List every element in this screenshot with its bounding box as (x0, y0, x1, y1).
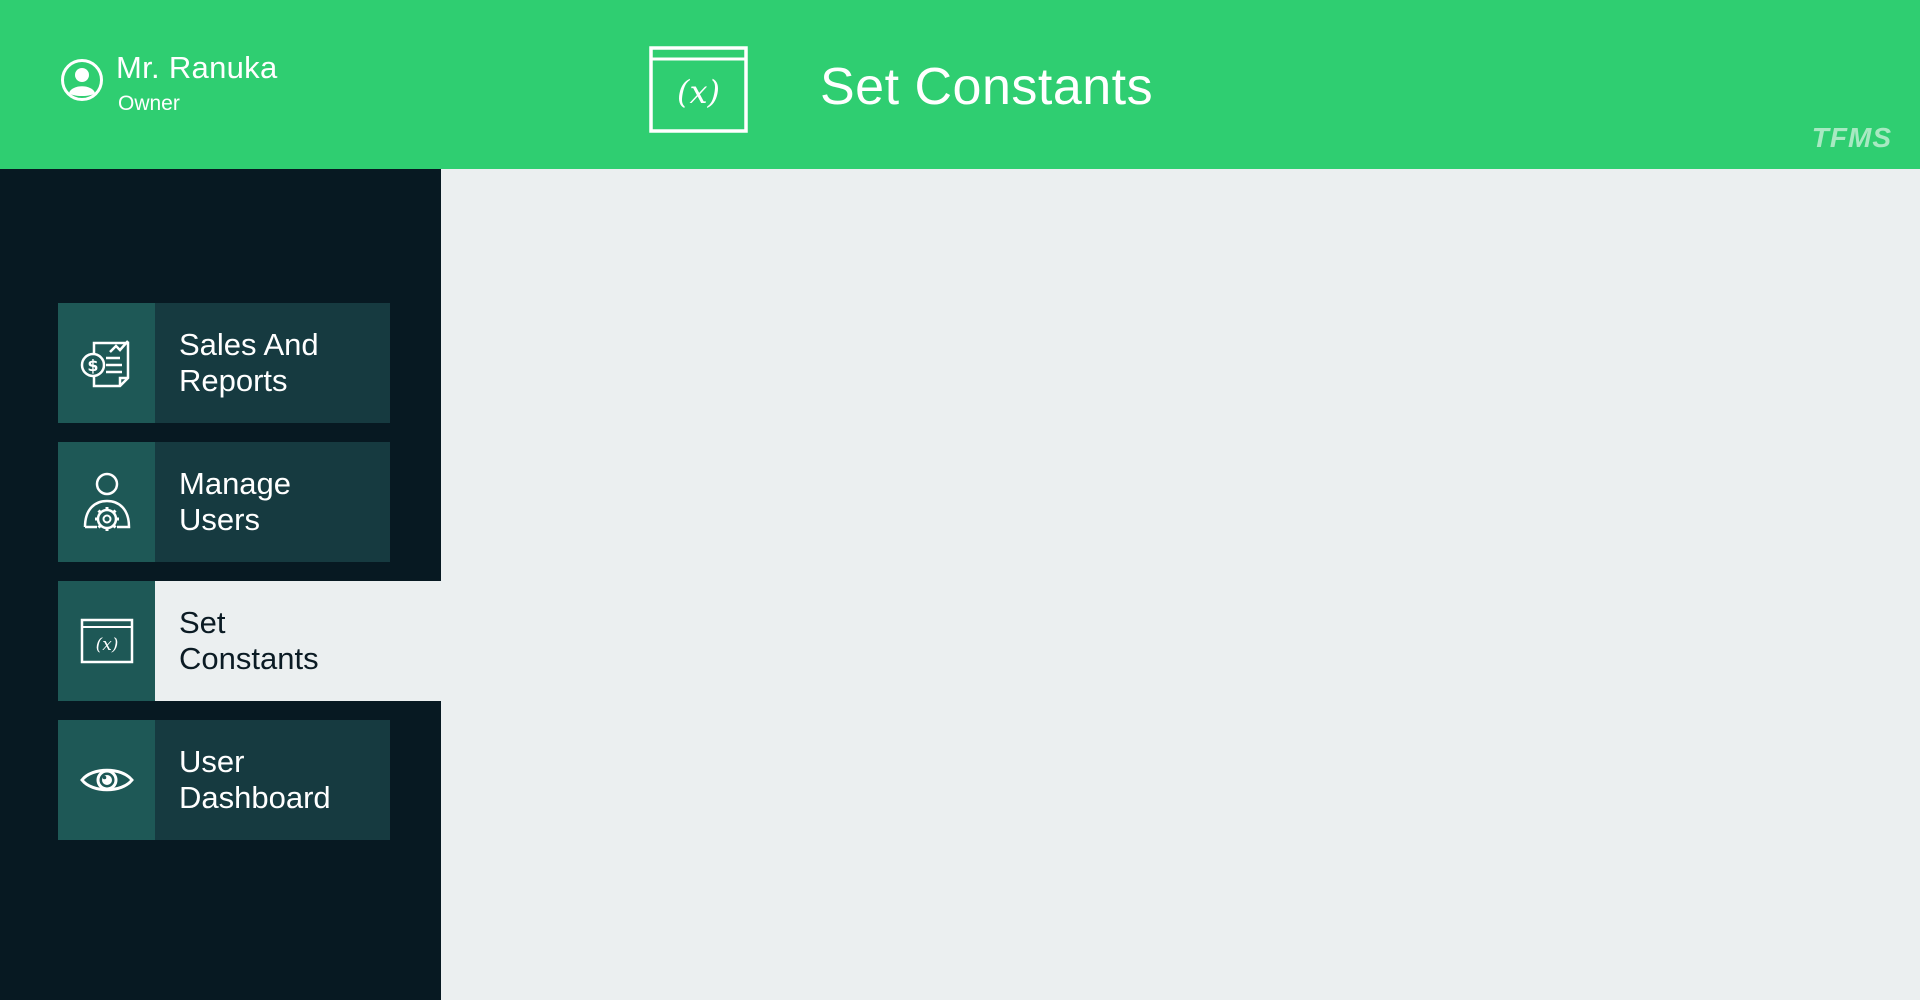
sidebar-item-label: Manage Users (179, 466, 292, 537)
eye-icon (58, 720, 155, 840)
sidebar-item-label-box: User Dashboard (155, 720, 390, 840)
sidebar-item-label-box: Sales And Reports (155, 303, 390, 423)
function-window-icon: (x) (58, 581, 155, 701)
sidebar: $ Sales And Reports Manage Users (x) Set… (0, 169, 441, 1000)
main-content-area (441, 169, 1920, 1000)
sidebar-item-label-box: Manage Users (155, 442, 390, 562)
user-circle-icon (60, 58, 104, 102)
sidebar-item-sales-and-reports[interactable]: $ Sales And Reports (58, 303, 390, 423)
sidebar-item-label: Sales And Reports (179, 327, 319, 398)
sidebar-item-set-constants[interactable]: (x) Set Constants (58, 581, 441, 701)
svg-text:(x): (x) (677, 73, 720, 111)
user-profile[interactable]: Mr. Ranuka Owner (60, 50, 278, 118)
sales-report-icon: $ (58, 303, 155, 423)
user-gear-icon (58, 442, 155, 562)
brand-logo: TFMS (1811, 122, 1892, 153)
top-header: Mr. Ranuka Owner (x) Set Constants TFMS (0, 0, 1920, 169)
page-title: Set Constants (820, 58, 1154, 116)
sidebar-item-manage-users[interactable]: Manage Users (58, 442, 390, 562)
user-role: Owner (118, 92, 180, 115)
user-info: Mr. Ranuka Owner (116, 50, 278, 118)
svg-text:(x): (x) (95, 635, 118, 655)
sidebar-item-user-dashboard[interactable]: User Dashboard (58, 720, 390, 840)
app-window: Mr. Ranuka Owner (x) Set Constants TFMS (0, 0, 1920, 1000)
sidebar-item-label-box: Set Constants (155, 581, 441, 701)
sidebar-item-label: User Dashboard (179, 744, 331, 815)
sidebar-item-label: Set Constants (179, 605, 319, 676)
function-window-icon: (x) (649, 46, 748, 133)
user-name: Mr. Ranuka (116, 50, 278, 85)
svg-text:$: $ (87, 356, 98, 375)
